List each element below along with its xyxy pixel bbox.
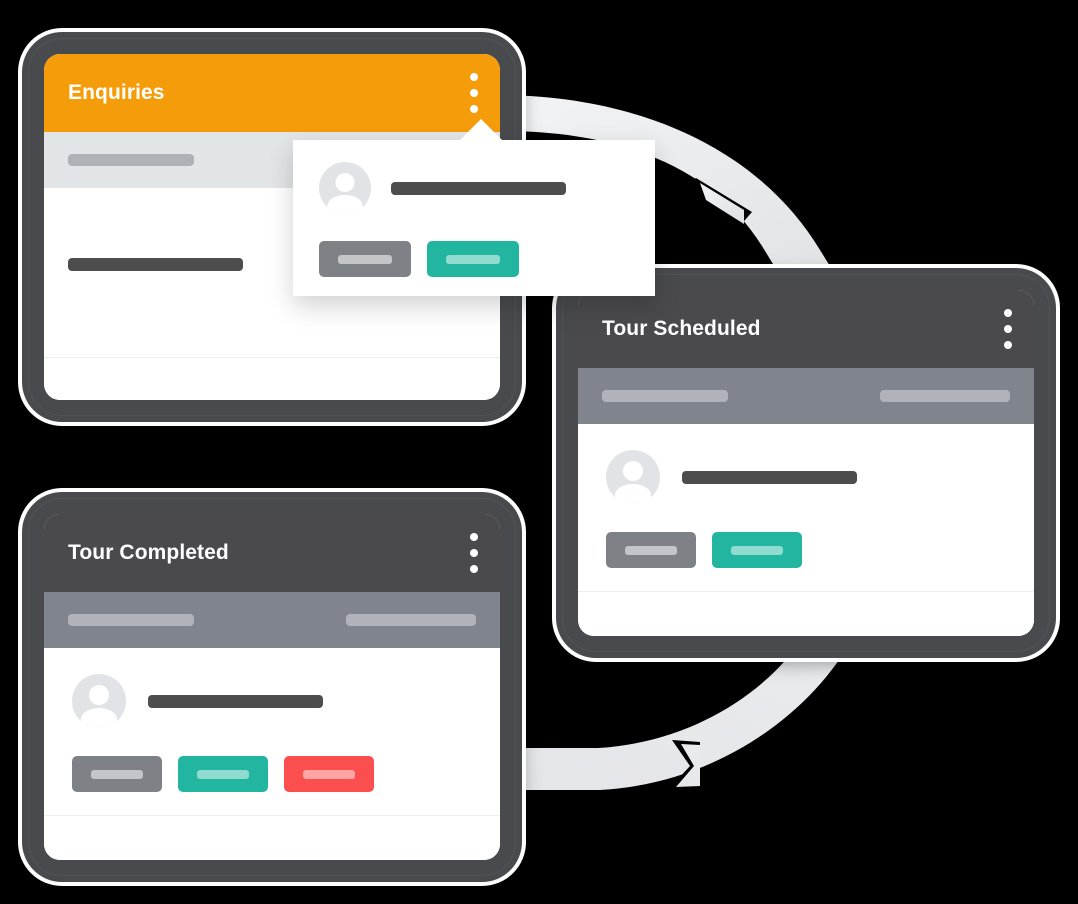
- subheader-placeholder-bar: [880, 390, 1010, 402]
- kebab-dot-icon: [470, 565, 478, 573]
- kebab-dot-icon: [470, 89, 478, 97]
- kebab-dot-icon: [1004, 341, 1012, 349]
- popup-action-buttons: [319, 241, 629, 277]
- kebab-dot-icon: [470, 105, 478, 113]
- avatar-head-shape: [335, 173, 355, 192]
- secondary-action-button[interactable]: [72, 756, 162, 792]
- confirm-action-button[interactable]: [178, 756, 268, 792]
- avatar-head-shape: [89, 685, 109, 705]
- card-tour-completed-title: Tour Completed: [68, 541, 229, 564]
- contact-name-placeholder: [682, 470, 857, 484]
- kebab-dot-icon: [470, 533, 478, 541]
- button-label-placeholder: [731, 545, 783, 555]
- card-enquiries-header: Enquiries: [44, 54, 500, 132]
- card-tour-scheduled: Tour Scheduled: [556, 268, 1056, 658]
- popup-pointer-arrow: [459, 119, 503, 141]
- secondary-action-button[interactable]: [319, 241, 411, 277]
- body-placeholder-line: [68, 258, 243, 271]
- contact-name-placeholder: [391, 181, 566, 195]
- avatar-shoulders-shape: [615, 484, 651, 504]
- card-tour-completed: Tour Completed: [22, 492, 522, 882]
- subheader-placeholder-bar: [68, 154, 194, 166]
- avatar-shoulders-shape: [81, 708, 117, 728]
- button-label-placeholder: [446, 254, 500, 264]
- button-label-placeholder: [338, 254, 392, 264]
- card-tour-scheduled-subheader: [578, 368, 1034, 424]
- subheader-placeholder-bar: [346, 614, 476, 626]
- card-tour-scheduled-title: Tour Scheduled: [602, 317, 761, 340]
- kebab-dot-icon: [1004, 309, 1012, 317]
- confirm-action-button[interactable]: [427, 241, 519, 277]
- kebab-dot-icon: [470, 73, 478, 81]
- button-label-placeholder: [91, 769, 143, 779]
- card-tour-completed-screen: Tour Completed: [44, 514, 500, 860]
- button-label-placeholder: [625, 545, 677, 555]
- subheader-placeholder-bar: [602, 390, 728, 402]
- card-tour-completed-body: [44, 648, 500, 860]
- kebab-dot-icon: [1004, 325, 1012, 333]
- card-action-buttons: [72, 756, 472, 792]
- tour-completed-kebab-menu[interactable]: [470, 533, 478, 573]
- card-tour-scheduled-body: [578, 424, 1034, 636]
- contact-row: [606, 450, 1006, 504]
- avatar-icon: [319, 162, 371, 214]
- secondary-action-button[interactable]: [606, 532, 696, 568]
- popup-contact-row: [319, 162, 629, 214]
- enquiries-context-popup: [293, 119, 655, 296]
- subheader-placeholder-bar: [68, 614, 194, 626]
- avatar-shoulders-shape: [327, 195, 363, 214]
- card-footer-divider: [44, 815, 500, 816]
- kebab-dot-icon: [470, 549, 478, 557]
- confirm-action-button[interactable]: [712, 532, 802, 568]
- button-label-placeholder: [303, 769, 355, 779]
- enquiries-kebab-menu[interactable]: [470, 73, 478, 113]
- card-tour-completed-subheader: [44, 592, 500, 648]
- card-action-buttons: [606, 532, 1006, 568]
- contact-row: [72, 674, 472, 728]
- card-tour-completed-header: Tour Completed: [44, 514, 500, 592]
- delete-action-button[interactable]: [284, 756, 374, 792]
- card-tour-scheduled-header: Tour Scheduled: [578, 290, 1034, 368]
- avatar-icon: [72, 674, 126, 728]
- illustration-stage: Enquiries Tour Scheduled Tour Completed: [0, 0, 1078, 904]
- arc-arrowhead-upper: [680, 178, 752, 244]
- contact-name-placeholder: [148, 694, 323, 708]
- card-tour-scheduled-screen: Tour Scheduled: [578, 290, 1034, 636]
- avatar-icon: [606, 450, 660, 504]
- avatar-head-shape: [623, 461, 643, 481]
- tour-scheduled-kebab-menu[interactable]: [1004, 309, 1012, 349]
- card-enquiries-title: Enquiries: [68, 81, 165, 104]
- card-footer-divider: [578, 591, 1034, 592]
- arc-arrowhead-lower: [666, 740, 700, 792]
- card-footer-divider: [44, 357, 500, 358]
- button-label-placeholder: [197, 769, 249, 779]
